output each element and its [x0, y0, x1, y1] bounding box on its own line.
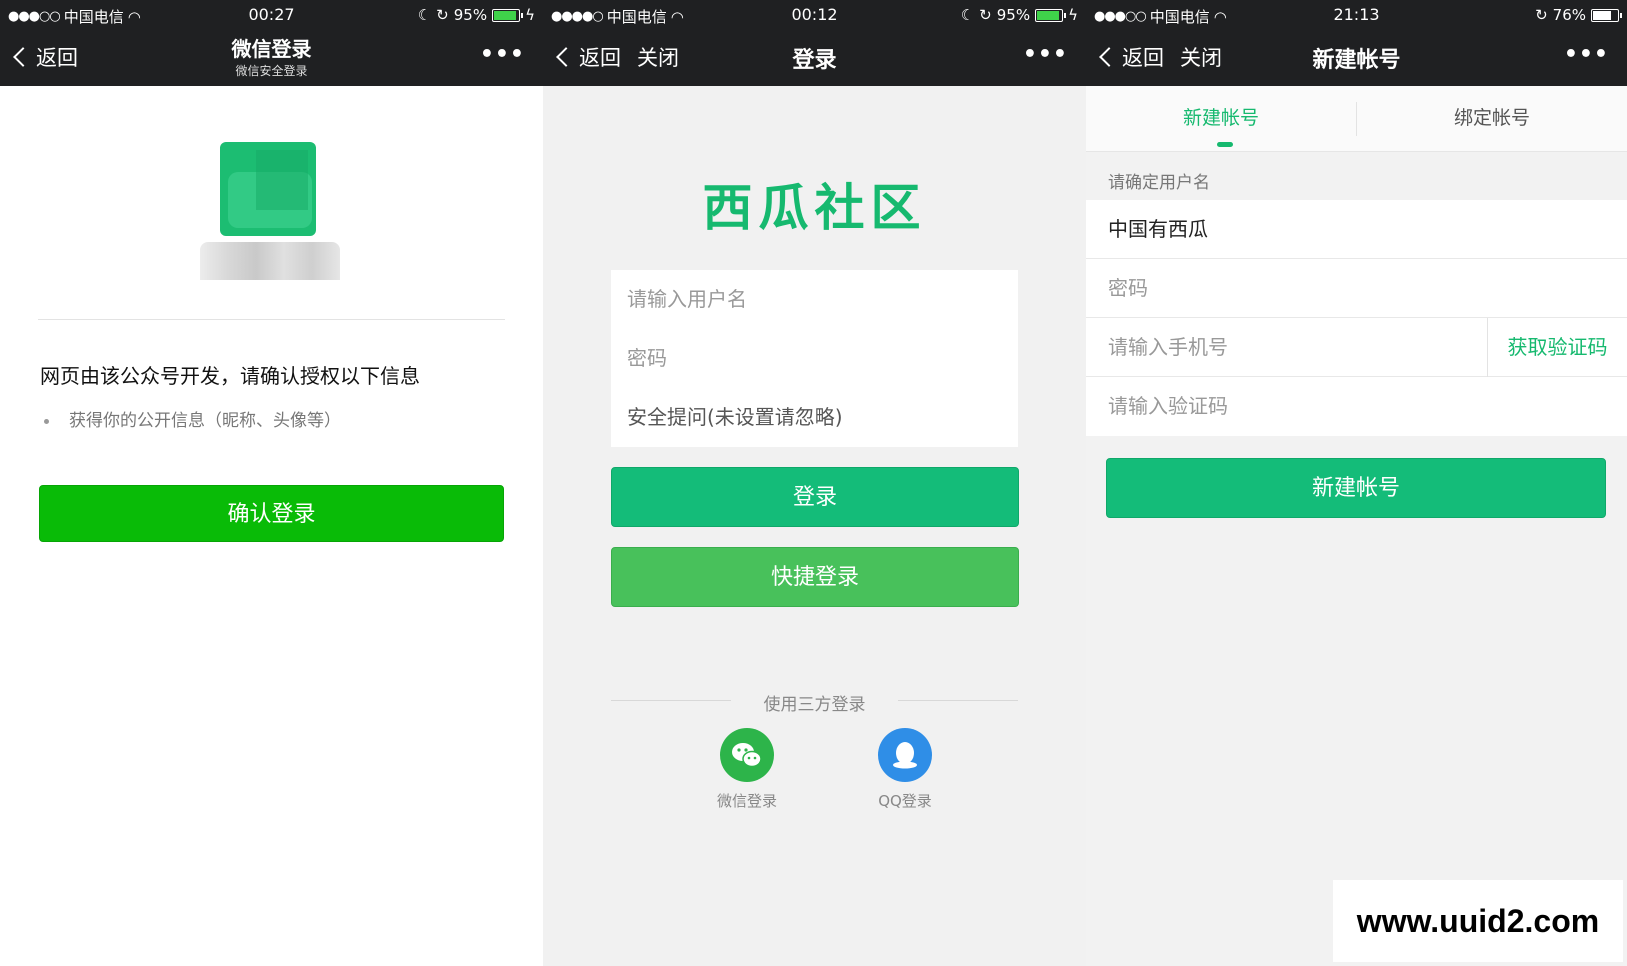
more-button[interactable]: •••: [1023, 42, 1068, 67]
auth-permission-item: 获得你的公开信息（昵称、头像等）: [44, 406, 341, 431]
qq-icon: [878, 728, 932, 782]
battery-percent: 95%: [996, 6, 1031, 24]
status-right: ☾ ↻ 95% ϟ: [418, 6, 535, 24]
tab-bind-account[interactable]: 绑定帐号: [1357, 86, 1627, 152]
more-button[interactable]: •••: [1564, 42, 1609, 67]
more-button[interactable]: •••: [480, 42, 525, 67]
moon-icon: ☾: [960, 6, 975, 24]
app-logo: [220, 142, 316, 236]
rotation-lock-icon: ↻: [1535, 6, 1548, 24]
battery-icon: [1035, 8, 1067, 22]
status-bar: ●●●○○ 中国电信 ◠ 00:27 ☾ ↻ 95% ϟ: [0, 0, 543, 30]
tab-bar: 新建帐号 绑定帐号: [1086, 86, 1627, 152]
password-input[interactable]: 密码: [1086, 259, 1627, 318]
rotation-lock-icon: ↻: [979, 6, 992, 24]
username-input[interactable]: 中国有西瓜: [1086, 200, 1627, 259]
section-label: 请确定用户名: [1108, 173, 1210, 193]
code-input[interactable]: 请输入验证码: [1086, 377, 1627, 436]
nav-bar: 返回 关闭 新建帐号 •••: [1086, 30, 1627, 86]
moon-icon: ☾: [417, 6, 432, 24]
confirm-login-button[interactable]: 确认登录: [39, 485, 504, 542]
login-button[interactable]: 登录: [611, 467, 1019, 527]
battery-icon: [492, 8, 524, 22]
battery-percent: 95%: [453, 6, 488, 24]
phone-input[interactable]: 请输入手机号: [1108, 335, 1228, 359]
qq-login-option[interactable]: QQ登录: [855, 728, 955, 811]
wechat-icon: [720, 728, 774, 782]
status-right: ↻ 76%: [1535, 6, 1622, 24]
wechat-login-option[interactable]: 微信登录: [697, 728, 797, 811]
brand-logo-text: 西瓜社区: [702, 179, 927, 237]
page-title: 登录: [792, 48, 837, 73]
status-bar: ●●●●○ 中国电信 ◠ 00:12 ☾ ↻ 95% ϟ: [543, 0, 1086, 30]
top-bar: ●●●○○ 中国电信 ◠ 21:13 ↻ 76% 返回 关闭 新建帐号 •••: [1086, 0, 1627, 86]
charging-icon: ϟ: [1068, 6, 1078, 24]
security-question-select[interactable]: 安全提问(未设置请忽略): [627, 388, 1002, 447]
create-account-button[interactable]: 新建帐号: [1106, 458, 1606, 518]
auth-title: 网页由该公众号开发，请确认授权以下信息: [40, 364, 420, 388]
page-title: 新建帐号: [1312, 48, 1401, 73]
battery-icon: [1591, 8, 1622, 22]
phone-row: 请输入手机号 获取验证码: [1086, 318, 1627, 377]
nav-bar: 返回 关闭 登录 •••: [543, 30, 1086, 86]
rotation-lock-icon: ↻: [436, 6, 449, 24]
community-login-panel: ●●●●○ 中国电信 ◠ 00:12 ☾ ↻ 95% ϟ 返回 关闭 登录 ••…: [543, 0, 1086, 966]
nav-bar: 返回 微信登录 微信安全登录 •••: [0, 30, 543, 86]
battery-percent: 76%: [1552, 6, 1586, 24]
password-input[interactable]: 密码: [627, 329, 1002, 388]
username-input[interactable]: 请输入用户名: [627, 270, 1002, 329]
third-party-label: 使用三方登录: [763, 695, 866, 715]
qq-login-label: QQ登录: [878, 792, 932, 810]
charging-icon: ϟ: [525, 6, 535, 24]
watermark: www.uuid2.com: [1333, 880, 1623, 962]
status-bar: ●●●○○ 中国电信 ◠ 21:13 ↻ 76%: [1086, 0, 1627, 30]
top-bar: ●●●●○ 中国电信 ◠ 00:12 ☾ ↻ 95% ϟ 返回 关闭 登录 ••…: [543, 0, 1086, 86]
login-form: 请输入用户名 密码 安全提问(未设置请忽略): [611, 270, 1018, 447]
bullet-icon: [44, 418, 49, 424]
app-name-blurred: [200, 242, 340, 280]
page-subtitle: 微信安全登录: [235, 64, 308, 78]
wechat-login-panel: ●●●○○ 中国电信 ◠ 00:27 ☾ ↻ 95% ϟ 返回 微信登录 微信安…: [0, 0, 543, 966]
active-tab-indicator: [1217, 142, 1233, 147]
page-title: 微信登录: [231, 37, 312, 61]
status-right: ☾ ↻ 95% ϟ: [961, 6, 1078, 24]
wechat-login-label: 微信登录: [716, 792, 777, 810]
top-bar: ●●●○○ 中国电信 ◠ 00:27 ☾ ↻ 95% ϟ 返回 微信登录 微信安…: [0, 0, 543, 86]
divider: [38, 319, 505, 320]
create-account-form: 中国有西瓜 密码 请输入手机号 获取验证码 请输入验证码: [1086, 200, 1627, 436]
auth-item-text: 获得你的公开信息（昵称、头像等）: [69, 411, 341, 431]
create-account-panel: ●●●○○ 中国电信 ◠ 21:13 ↻ 76% 返回 关闭 新建帐号 ••• …: [1086, 0, 1627, 966]
quick-login-button[interactable]: 快捷登录: [611, 547, 1019, 607]
get-code-button[interactable]: 获取验证码: [1487, 318, 1627, 377]
